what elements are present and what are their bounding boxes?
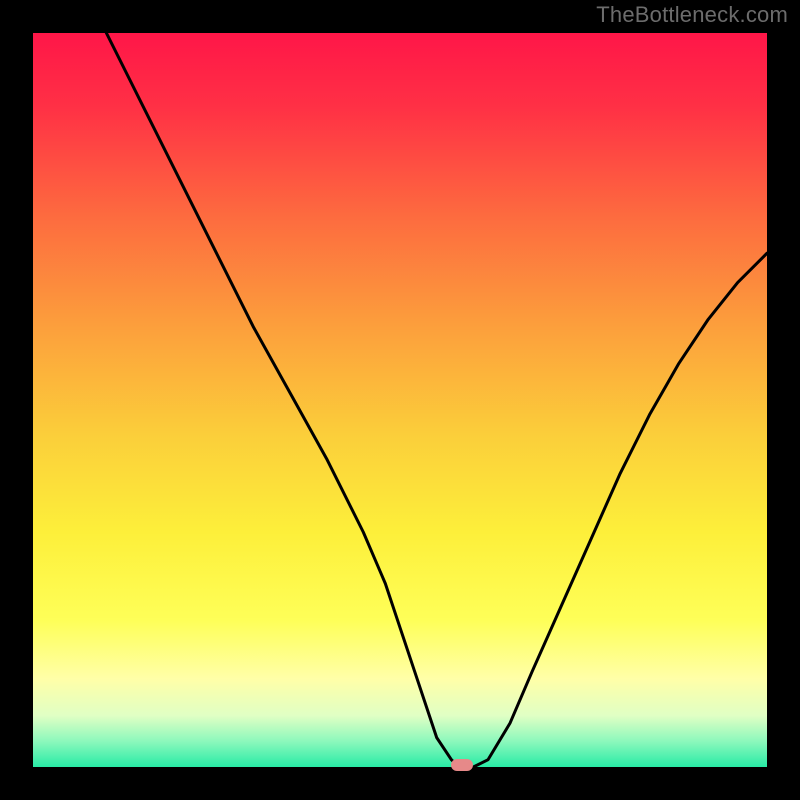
watermark-text: TheBottleneck.com: [596, 2, 788, 28]
chart-frame: TheBottleneck.com: [0, 0, 800, 800]
plot-svg: [33, 33, 767, 767]
plot-area: [33, 33, 767, 767]
optimum-marker: [451, 759, 473, 771]
